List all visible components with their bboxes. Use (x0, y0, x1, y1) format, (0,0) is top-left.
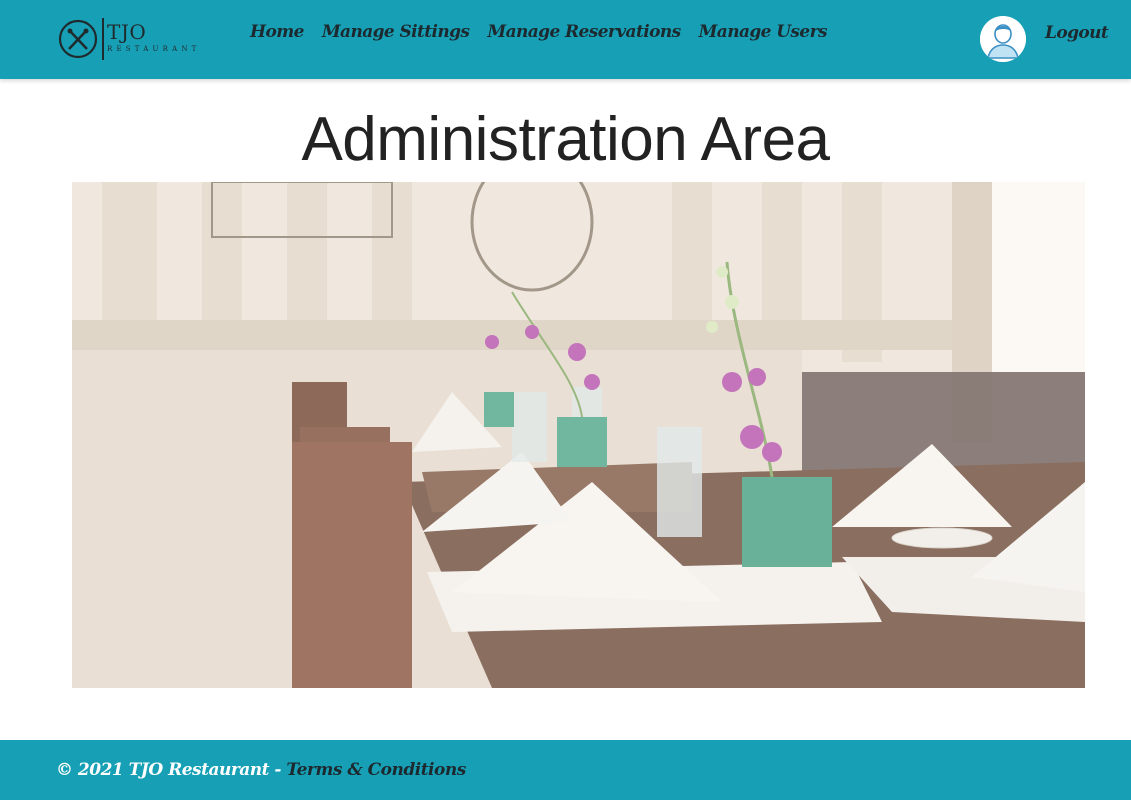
footer-copyright: © 2021 TJO Restaurant (56, 760, 270, 780)
nav-manage-sittings[interactable]: Manage Sittings (322, 22, 470, 42)
terms-link[interactable]: Terms & Conditions (286, 760, 466, 780)
main-nav: Home Manage Sittings Manage Reservations… (250, 22, 828, 42)
fork-knife-logo-icon (58, 19, 98, 59)
footer-text: © 2021 TJO Restaurant - Terms & Conditio… (56, 760, 466, 780)
page-title: Administration Area (301, 105, 830, 174)
hero-image (72, 182, 1085, 688)
nav-manage-reservations[interactable]: Manage Reservations (487, 22, 681, 42)
logo-divider (102, 18, 104, 60)
footer-separator: - (269, 760, 287, 780)
restaurant-logo[interactable]: TJO RESTAURANT (58, 18, 228, 60)
user-avatar-graphic (980, 16, 1026, 62)
footer: © 2021 TJO Restaurant - Terms & Conditio… (0, 740, 1131, 800)
nav-manage-users[interactable]: Manage Users (699, 22, 828, 42)
top-navbar: TJO RESTAURANT Home Manage Sittings Mana… (0, 0, 1131, 79)
logout-link[interactable]: Logout (1045, 23, 1109, 43)
logo-subtitle: RESTAURANT (107, 45, 201, 53)
user-avatar-icon[interactable] (980, 16, 1026, 62)
logo-name: TJO (107, 20, 147, 44)
hero-overlay (72, 182, 1085, 688)
nav-home[interactable]: Home (250, 22, 304, 42)
